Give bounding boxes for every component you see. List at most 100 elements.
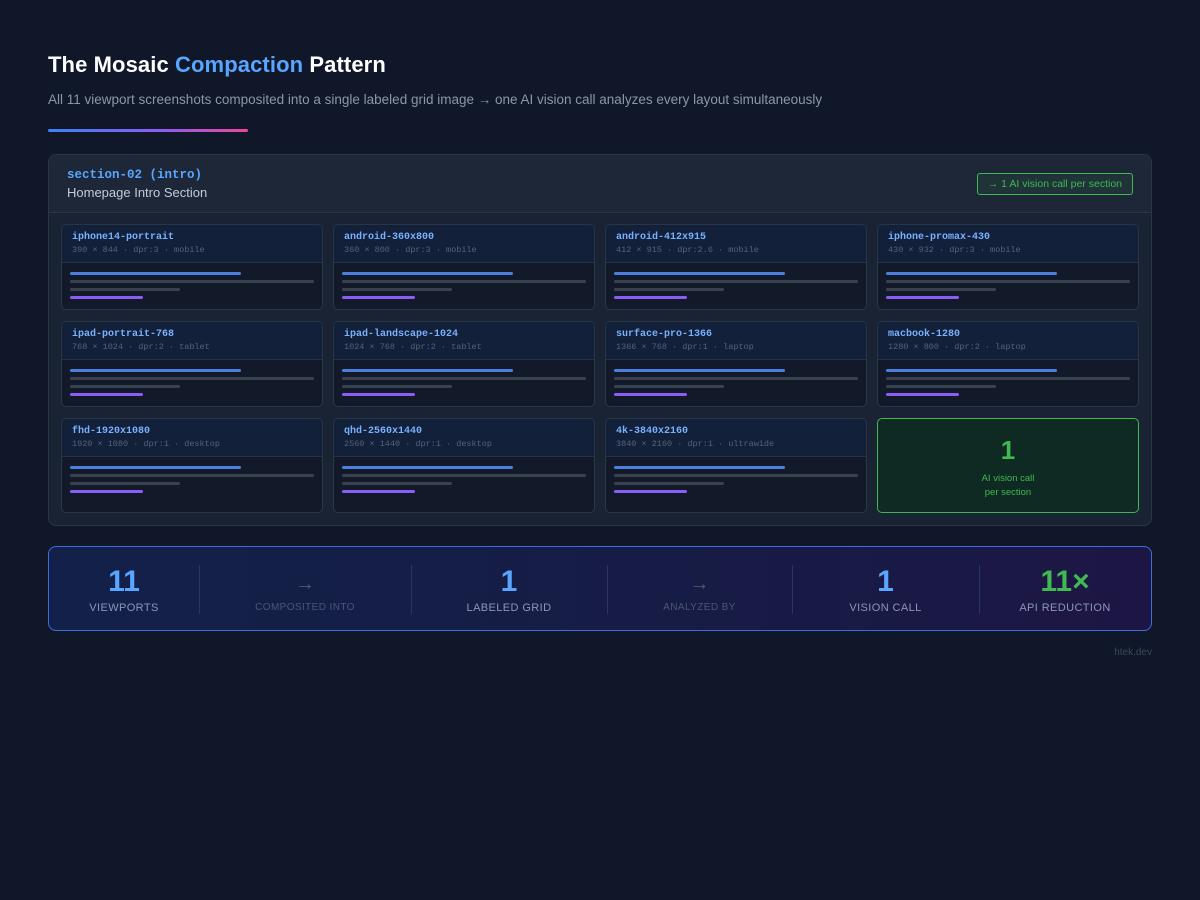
- page-subtitle: All 11 viewport screenshots composited i…: [48, 92, 823, 107]
- flow-label: API REDUCTION: [1019, 602, 1111, 614]
- placeholder-bar: [70, 490, 143, 493]
- viewport-meta: 412 × 915 · dpr:2.6 · mobile: [616, 245, 759, 255]
- placeholder-bar: [886, 393, 959, 396]
- viewport-card: android-360x800 360 × 800 · dpr:3 · mobil…: [333, 224, 595, 310]
- viewport-meta: 1024 × 768 · dpr:2 · tablet: [344, 342, 482, 352]
- viewport-grid: iphone14-portrait 390 × 844 · dpr:3 · mob…: [61, 224, 1139, 514]
- viewport-meta: 1366 × 768 · dpr:1 · laptop: [616, 342, 754, 352]
- placeholder-bar: [342, 280, 586, 283]
- summary-number: 1: [1000, 435, 1016, 465]
- section-header: section-02 (intro) Homepage Intro Sectio…: [49, 155, 1151, 213]
- placeholder-bar: [886, 272, 1057, 275]
- viewport-meta: 390 × 844 · dpr:3 · mobile: [72, 245, 205, 255]
- placeholder-bar: [342, 490, 415, 493]
- flow-label: COMPOSITED INTO: [255, 602, 355, 613]
- viewport-meta: 1920 × 1080 · dpr:1 · desktop: [72, 439, 220, 449]
- footer-credit: htek.dev: [1114, 647, 1152, 658]
- placeholder-bar: [614, 288, 724, 291]
- flow-stat-api-reduction: 11× API REDUCTION: [979, 547, 1151, 632]
- viewport-name: fhd-1920x1080: [72, 426, 151, 437]
- placeholder-bar: [886, 280, 1130, 283]
- summary-line-1: AI vision call: [981, 473, 1035, 484]
- placeholder-bar: [614, 280, 858, 283]
- flow-stat-labeled-grid: 1 LABELED GRID: [411, 547, 607, 632]
- viewport-meta: 768 × 1024 · dpr:2 · tablet: [72, 342, 210, 352]
- placeholder-bar: [614, 393, 687, 396]
- placeholder-bar: [70, 280, 314, 283]
- flow-step-composited: → COMPOSITED INTO: [199, 547, 411, 632]
- flow-stat-vision-call: 1 VISION CALL: [792, 547, 979, 632]
- summary-card: 1 AI vision call per section: [877, 418, 1139, 513]
- viewport-meta: 2560 × 1440 · dpr:1 · desktop: [344, 439, 492, 449]
- viewport-meta: 1280 × 800 · dpr:2 · laptop: [888, 342, 1026, 352]
- placeholder-bar: [886, 369, 1057, 372]
- viewport-name: iphone14-portrait: [72, 232, 175, 243]
- placeholder-bar: [614, 377, 858, 380]
- placeholder-bar: [614, 490, 687, 493]
- viewport-card: iphone-promax-430 430 × 932 · dpr:3 · mob…: [877, 224, 1139, 310]
- placeholder-bar: [342, 393, 415, 396]
- placeholder-bar: [70, 393, 143, 396]
- viewport-card: surface-pro-1366 1366 × 768 · dpr:1 · lap…: [605, 321, 867, 407]
- flow-summary-strip: 11 VIEWPORTS → COMPOSITED INTO 1 LABELED…: [48, 546, 1152, 631]
- page-title: The Mosaic Compaction Pattern: [48, 52, 1152, 78]
- placeholder-bar: [70, 288, 180, 291]
- viewport-card: iphone14-portrait 390 × 844 · dpr:3 · mob…: [61, 224, 323, 310]
- placeholder-bar: [70, 466, 241, 469]
- flow-step-analyzed: → ANALYZED BY: [607, 547, 792, 632]
- flow-label: LABELED GRID: [466, 602, 552, 614]
- placeholder-bar: [886, 377, 1130, 380]
- viewport-meta: 360 × 800 · dpr:3 · mobile: [344, 245, 477, 255]
- placeholder-bar: [614, 466, 785, 469]
- viewport-card: macbook-1280 1280 × 800 · dpr:2 · laptop: [877, 321, 1139, 407]
- viewport-meta: 430 × 932 · dpr:3 · mobile: [888, 245, 1021, 255]
- placeholder-bar: [342, 377, 586, 380]
- placeholder-bar: [342, 369, 513, 372]
- placeholder-bar: [342, 288, 452, 291]
- placeholder-bar: [614, 385, 724, 388]
- flow-label: VISION CALL: [849, 602, 922, 614]
- arrow-right-icon: →: [689, 573, 710, 595]
- viewport-name: surface-pro-1366: [616, 329, 713, 340]
- placeholder-bar: [886, 385, 996, 388]
- flow-label: ANALYZED BY: [663, 602, 736, 613]
- flow-value: 11: [108, 565, 140, 598]
- placeholder-bar: [614, 482, 724, 485]
- flow-value: 11×: [1040, 565, 1090, 598]
- arrow-right-icon: →: [295, 573, 315, 595]
- viewport-name: iphone-promax-430: [888, 232, 991, 243]
- section-panel: section-02 (intro) Homepage Intro Sectio…: [48, 154, 1152, 526]
- title-prefix: The Mosaic: [48, 52, 176, 77]
- placeholder-bar: [614, 272, 785, 275]
- placeholder-bar: [614, 369, 785, 372]
- section-id: section-02 (intro): [67, 168, 203, 182]
- gradient-divider: [48, 129, 248, 132]
- viewport-card: ipad-portrait-768 768 × 1024 · dpr:2 · ta…: [61, 321, 323, 407]
- title-accent: Compaction: [175, 52, 304, 77]
- placeholder-bar: [70, 474, 314, 477]
- placeholder-bar: [70, 272, 241, 275]
- section-name: Homepage Intro Section: [67, 185, 208, 200]
- viewport-name: ipad-portrait-768: [72, 329, 175, 340]
- placeholder-bar: [342, 466, 513, 469]
- placeholder-bar: [614, 474, 858, 477]
- placeholder-bar: [342, 482, 452, 485]
- viewport-name: 4k-3840x2160: [616, 426, 689, 437]
- placeholder-bar: [342, 474, 586, 477]
- viewport-card: 4k-3840x2160 3840 × 2160 · dpr:1 · ultraw…: [605, 418, 867, 513]
- placeholder-bar: [342, 385, 452, 388]
- placeholder-bar: [614, 296, 687, 299]
- viewport-card: android-412x915 412 × 915 · dpr:2.6 · mob…: [605, 224, 867, 310]
- placeholder-bar: [70, 369, 241, 372]
- viewport-name: android-412x915: [616, 232, 707, 243]
- viewport-card: qhd-2560x1440 2560 × 1440 · dpr:1 · deskt…: [333, 418, 595, 513]
- title-suffix: Pattern: [303, 52, 386, 77]
- placeholder-bar: [886, 288, 996, 291]
- placeholder-bar: [342, 272, 513, 275]
- viewport-name: qhd-2560x1440: [344, 426, 423, 437]
- viewport-meta: 3840 × 2160 · dpr:1 · ultrawide: [616, 439, 775, 449]
- flow-label: VIEWPORTS: [89, 602, 159, 614]
- flow-value: 1: [877, 565, 894, 598]
- flow-value: 1: [500, 565, 518, 598]
- vision-call-badge: → 1 AI vision call per section: [976, 173, 1133, 195]
